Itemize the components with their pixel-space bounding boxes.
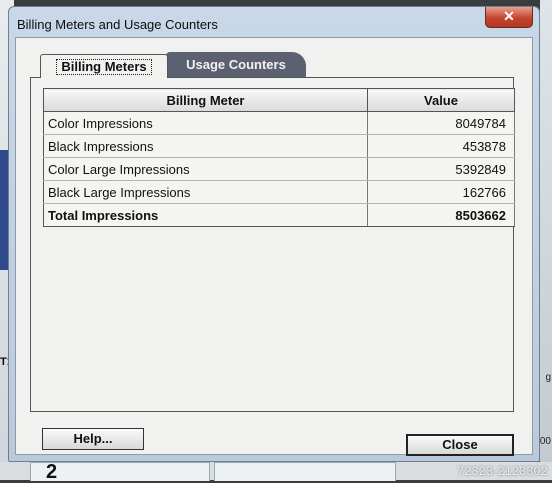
meter-name-cell: Black Large Impressions xyxy=(43,180,368,204)
meter-name-cell: Color Large Impressions xyxy=(43,157,368,181)
meter-value-cell: 453878 xyxy=(367,134,515,158)
meter-value-cell: 162766 xyxy=(367,180,515,204)
tab-label: Billing Meters xyxy=(56,59,152,75)
background-tile xyxy=(214,462,396,481)
billing-meters-table: Billing Meter Value Color Impressions 80… xyxy=(43,88,515,227)
window-title: Billing Meters and Usage Counters xyxy=(17,17,218,32)
meter-name-cell: Black Impressions xyxy=(43,134,368,158)
table-row[interactable]: Color Large Impressions 5392849 xyxy=(43,157,515,181)
dialog-content: Billing Meters Usage Counters Billing Me… xyxy=(15,37,533,456)
close-icon: ✕ xyxy=(503,8,515,24)
meter-value-cell: 5392849 xyxy=(367,157,515,181)
meter-name-cell: Total Impressions xyxy=(43,203,368,227)
billing-meters-panel: Billing Meter Value Color Impressions 80… xyxy=(30,78,515,412)
billing-dialog-window: Billing Meters and Usage Counters ✕ Bill… xyxy=(8,6,540,462)
table-header-row: Billing Meter Value xyxy=(43,88,515,112)
meter-name-cell: Color Impressions xyxy=(43,111,368,135)
background-app-right-edge: g 00 xyxy=(540,0,552,480)
background-text: g xyxy=(545,372,551,383)
column-header-billing-meter[interactable]: Billing Meter xyxy=(43,88,368,112)
photo-watermark: 72323-2123302 xyxy=(457,464,548,478)
tab-usage-counters[interactable]: Usage Counters xyxy=(166,52,306,78)
meter-value-cell: 8049784 xyxy=(367,111,515,135)
help-button[interactable]: Help... xyxy=(42,428,144,450)
table-row-total[interactable]: Total Impressions 8503662 xyxy=(43,203,515,227)
table-row[interactable]: Color Impressions 8049784 xyxy=(43,111,515,135)
table-row[interactable]: Black Large Impressions 162766 xyxy=(43,180,515,204)
tab-label: Usage Counters xyxy=(186,57,286,72)
background-digit: 2 xyxy=(46,461,58,483)
window-close-button[interactable]: ✕ xyxy=(485,7,533,28)
background-text: 00 xyxy=(539,436,551,447)
table-row[interactable]: Black Impressions 453878 xyxy=(43,134,515,158)
meter-value-cell: 8503662 xyxy=(367,203,515,227)
tab-billing-meters[interactable]: Billing Meters xyxy=(40,54,168,78)
column-header-value[interactable]: Value xyxy=(367,88,515,112)
close-button[interactable]: Close xyxy=(406,434,514,456)
